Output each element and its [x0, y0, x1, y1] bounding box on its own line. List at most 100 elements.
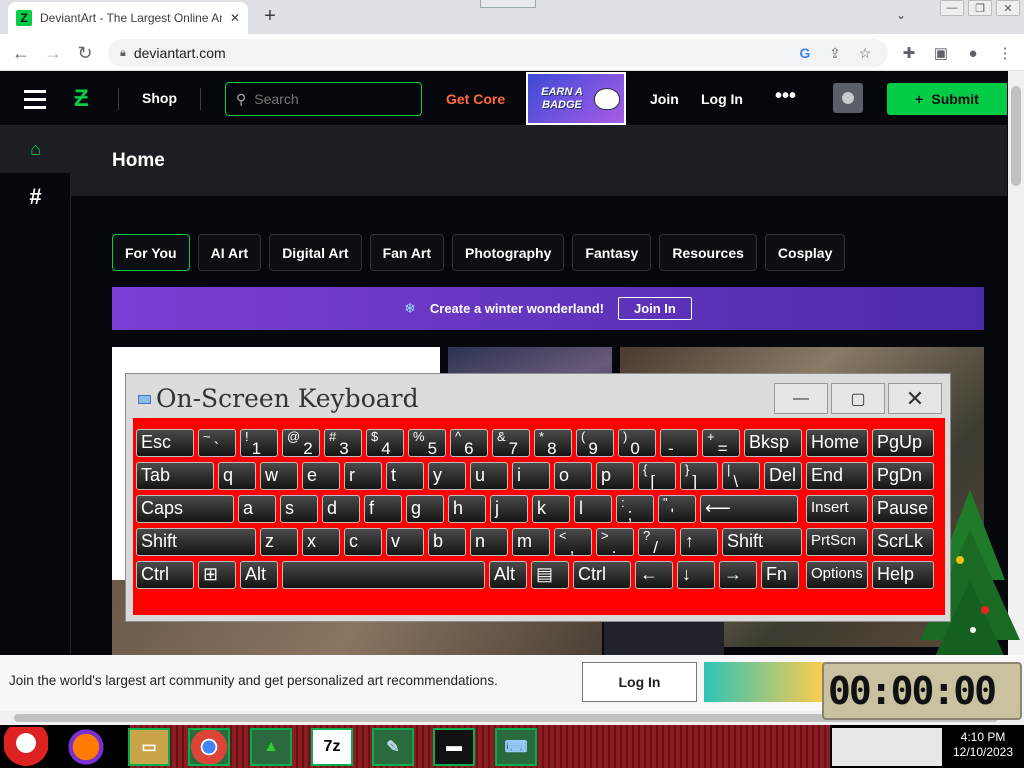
key-6[interactable]: ^6 [450, 429, 488, 457]
key-symbol[interactable]: {[ [638, 462, 676, 490]
key-d[interactable]: d [322, 495, 360, 523]
key-help[interactable]: Help [872, 561, 934, 589]
key-7[interactable]: &7 [492, 429, 530, 457]
tab-ai-art[interactable]: AI Art [197, 234, 262, 271]
close-window-button[interactable]: ✕ [996, 0, 1020, 16]
key-del[interactable]: Del [764, 462, 802, 490]
key-alt[interactable]: Alt [240, 561, 278, 589]
key-symbol[interactable]: ?/ [638, 528, 676, 556]
sidepanel-icon[interactable]: ▣ [928, 40, 954, 66]
key-q[interactable]: q [218, 462, 256, 490]
key-g[interactable]: g [406, 495, 444, 523]
art-thumbnail[interactable] [604, 620, 724, 660]
key-2[interactable]: @2 [282, 429, 320, 457]
key-shift[interactable]: Shift [136, 528, 256, 556]
key-symbol[interactable]: → [719, 561, 757, 589]
lock-icon[interactable]: 🔒︎ [120, 47, 126, 60]
key-a[interactable]: a [238, 495, 276, 523]
tab-fantasy[interactable]: Fantasy [572, 234, 652, 271]
osk-icon[interactable]: ⌨ [495, 728, 537, 766]
key-bksp[interactable]: Bksp [744, 429, 802, 457]
key-y[interactable]: y [428, 462, 466, 490]
key-pause[interactable]: Pause [872, 495, 934, 523]
key-0[interactable]: )0 [618, 429, 656, 457]
key-symbol[interactable]: "' [658, 495, 696, 523]
address-bar[interactable]: 🔒︎ deviantart.com G ⇪ ☆ [108, 39, 888, 67]
key-k[interactable]: k [532, 495, 570, 523]
key-r[interactable]: r [344, 462, 382, 490]
7zip-icon[interactable]: 7z [311, 728, 353, 766]
deviantart-logo[interactable]: Ƶ [74, 85, 94, 112]
key-f[interactable]: f [364, 495, 402, 523]
notepad-icon[interactable]: ✎ [372, 728, 414, 766]
key-symbol[interactable]: }] [680, 462, 718, 490]
key-symbol[interactable]: ▤ [531, 561, 569, 589]
key-5[interactable]: %5 [408, 429, 446, 457]
key-esc[interactable]: Esc [136, 429, 194, 457]
key-x[interactable]: x [302, 528, 340, 556]
key-symbol[interactable]: >. [596, 528, 634, 556]
tab-resources[interactable]: Resources [659, 234, 757, 271]
key-b[interactable]: b [428, 528, 466, 556]
key-i[interactable]: i [512, 462, 550, 490]
join-in-button[interactable]: Join In [617, 297, 692, 320]
search-box[interactable]: ⚲ [225, 82, 422, 116]
tab-cosplay[interactable]: Cosplay [764, 234, 846, 271]
key-4[interactable]: $4 [366, 429, 404, 457]
key-symbol[interactable]: += [702, 429, 740, 457]
key-j[interactable]: j [490, 495, 528, 523]
osk-maximize-button[interactable]: ▢ [831, 383, 885, 414]
share-icon[interactable]: ⇪ [824, 45, 846, 62]
home-icon[interactable]: ⌂ [0, 126, 71, 173]
forward-icon[interactable]: → [40, 40, 66, 66]
login-link[interactable]: Log In [701, 91, 743, 107]
key-ctrl[interactable]: Ctrl [573, 561, 631, 589]
reload-icon[interactable]: ↻ [72, 40, 98, 66]
key-symbol[interactable]: ← [635, 561, 673, 589]
key-w[interactable]: w [260, 462, 298, 490]
chrome-icon[interactable] [188, 728, 230, 766]
key-symbol[interactable]: <, [554, 528, 592, 556]
key-v[interactable]: v [386, 528, 424, 556]
hashtag-icon[interactable]: # [0, 182, 71, 212]
key-e[interactable]: e [302, 462, 340, 490]
new-tab-button[interactable]: + [258, 4, 282, 28]
xmas-tree-icon[interactable]: ▲ [250, 728, 292, 766]
key-alt[interactable]: Alt [489, 561, 527, 589]
key-t[interactable]: t [386, 462, 424, 490]
submit-button[interactable]: + Submit [887, 83, 1007, 115]
earn-a-badge-banner[interactable]: EARN A BADGE [526, 72, 626, 125]
key-z[interactable]: z [260, 528, 298, 556]
key-ctrl[interactable]: Ctrl [136, 561, 194, 589]
minimize-window-button[interactable]: — [940, 0, 964, 16]
key-m[interactable]: m [512, 528, 550, 556]
key-symbol[interactable]: ~` [198, 429, 236, 457]
key-pgup[interactable]: PgUp [872, 429, 934, 457]
hamburger-menu-icon[interactable] [24, 90, 46, 109]
key-fn[interactable]: Fn [761, 561, 799, 589]
search-input[interactable] [254, 91, 405, 107]
osk-minimize-button[interactable]: — [774, 383, 828, 414]
key-8[interactable]: *8 [534, 429, 572, 457]
google-icon[interactable]: G [794, 45, 816, 61]
key-space[interactable] [282, 561, 485, 589]
get-core-link[interactable]: Get Core [446, 91, 505, 107]
prompt-login-button[interactable]: Log In [582, 662, 697, 702]
osk-close-button[interactable]: ✕ [888, 383, 942, 414]
key-symbol[interactable]: ⟵ [700, 495, 798, 523]
key-shift[interactable]: Shift [722, 528, 802, 556]
system-tray[interactable] [832, 728, 942, 766]
tab-photography[interactable]: Photography [452, 234, 565, 271]
taskbar-clock[interactable]: 4:10 PM 12/10/2023 [944, 730, 1022, 760]
key-end[interactable]: End [806, 462, 868, 490]
browser-tab[interactable]: Z DeviantArt - The Largest Online Art Ga… [8, 2, 248, 34]
key-p[interactable]: p [596, 462, 634, 490]
tab-fan-art[interactable]: Fan Art [369, 234, 445, 271]
key-symbol[interactable]: ↑ [680, 528, 718, 556]
scrollbar-thumb[interactable] [1011, 86, 1021, 186]
key-caps[interactable]: Caps [136, 495, 234, 523]
tab-for-you[interactable]: For You [112, 234, 190, 271]
key-c[interactable]: c [344, 528, 382, 556]
key-insert[interactable]: Insert [806, 495, 868, 523]
close-tab-icon[interactable]: ✕ [230, 11, 240, 25]
